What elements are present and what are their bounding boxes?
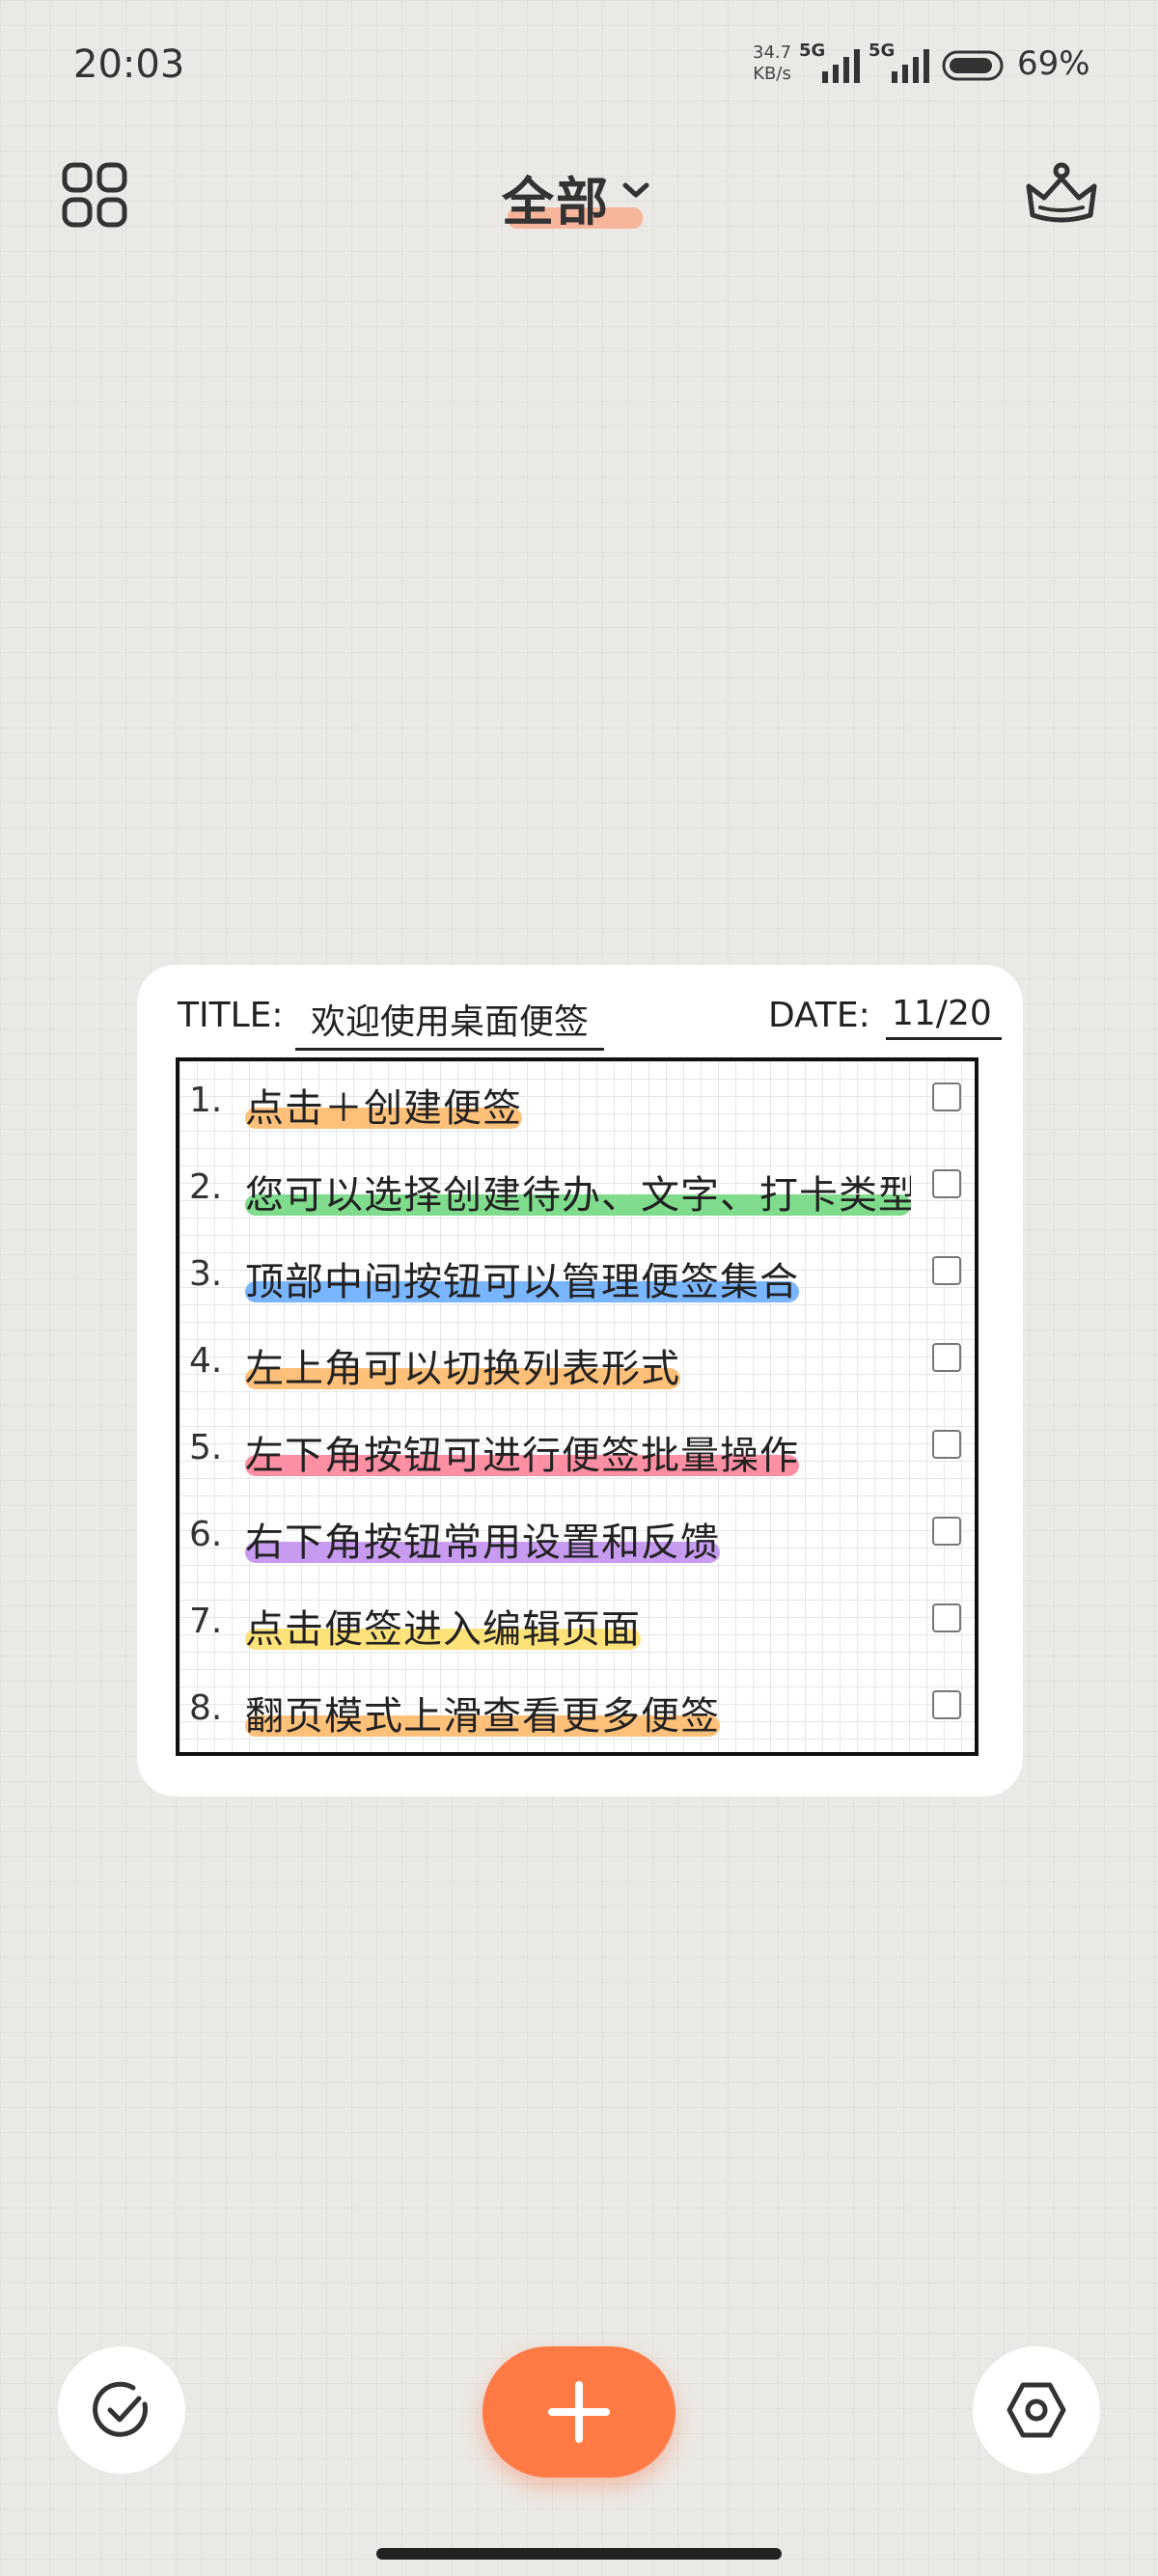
todo-item[interactable]: 2. 您可以选择创建待办、文字、打卡类型 — [179, 1148, 975, 1235]
todo-item[interactable]: 4. 左上角可以切换列表形式 — [179, 1322, 975, 1409]
battery-icon — [942, 50, 1004, 81]
todo-text: 点击便签进入编辑页面 — [245, 1607, 641, 1652]
todo-checkbox[interactable] — [932, 1430, 961, 1459]
signal-icon — [892, 49, 929, 83]
todo-checkbox[interactable] — [932, 1690, 961, 1719]
todo-checkbox[interactable] — [932, 1343, 961, 1372]
settings-button[interactable] — [973, 2346, 1100, 2474]
add-note-button[interactable] — [482, 2346, 676, 2478]
todo-text: 顶部中间按钮可以管理便签集合 — [245, 1260, 799, 1304]
todo-number: 6. — [189, 1515, 223, 1554]
check-circle-icon — [93, 2381, 149, 2437]
network-speed-unit: KB/s — [753, 64, 791, 84]
status-bar: 20:03 34.7 KB/s 5G 5G 69% — [0, 0, 1158, 125]
todo-text: 您可以选择创建待办、文字、打卡类型 — [245, 1173, 911, 1218]
todo-checkbox[interactable] — [932, 1517, 961, 1546]
todo-number: 2. — [189, 1167, 223, 1207]
card-title-value: 欢迎使用桌面便签 — [295, 994, 605, 1051]
network-speed: 34.7 KB/s — [753, 42, 791, 85]
layout-toggle-button[interactable] — [54, 154, 135, 235]
todo-item[interactable]: 7. 点击便签进入编辑页面 — [179, 1582, 975, 1669]
todo-text-wrap: 顶部中间按钮可以管理便签集合 — [245, 1250, 799, 1308]
todo-checkbox[interactable] — [932, 1603, 961, 1632]
todo-item[interactable]: 8. 翻页模式上滑查看更多便签 — [179, 1669, 975, 1752]
todo-item[interactable]: 5. 左下角按钮可进行便签批量操作 — [179, 1409, 975, 1495]
network-speed-value: 34.7 — [753, 42, 792, 63]
card-date-label: DATE: — [768, 996, 870, 1035]
todo-text: 右下角按钮常用设置和反馈 — [245, 1521, 720, 1565]
todo-number: 1. — [189, 1081, 223, 1120]
todo-checkbox[interactable] — [932, 1082, 961, 1111]
battery-percent: 69% — [1017, 44, 1090, 83]
todo-number: 4. — [189, 1341, 223, 1381]
todo-text: 点击＋创建便签 — [245, 1086, 522, 1131]
note-card[interactable]: TITLE: 欢迎使用桌面便签 DATE: 11/20 1. 点击＋创建便签 2… — [137, 965, 1023, 1796]
todo-text-wrap: 您可以选择创建待办、文字、打卡类型 — [245, 1164, 911, 1221]
todo-item[interactable]: 1. 点击＋创建便签 — [179, 1061, 975, 1148]
card-title-label: TITLE: — [178, 996, 284, 1035]
todo-text: 左下角按钮可进行便签批量操作 — [245, 1434, 799, 1478]
settings-hex-icon — [1006, 2382, 1066, 2438]
todo-text-wrap: 左下角按钮可进行便签批量操作 — [245, 1424, 799, 1482]
card-date-value: 11/20 — [886, 994, 1002, 1040]
crown-icon — [1026, 162, 1097, 223]
todo-item[interactable]: 3. 顶部中间按钮可以管理便签集合 — [179, 1235, 975, 1322]
todo-text: 翻页模式上滑查看更多便签 — [245, 1694, 720, 1739]
todo-checkbox[interactable] — [932, 1169, 961, 1198]
todo-number: 5. — [189, 1428, 223, 1467]
home-indicator[interactable] — [376, 2548, 782, 2560]
todo-text-wrap: 左上角可以切换列表形式 — [245, 1337, 680, 1395]
chevron-down-icon — [622, 182, 649, 198]
collection-selector[interactable]: 全部 — [502, 159, 656, 233]
todo-list: 1. 点击＋创建便签 2. 您可以选择创建待办、文字、打卡类型 3. 顶部中间按… — [176, 1057, 979, 1756]
todo-number: 8. — [189, 1688, 223, 1728]
page-title: 全部 — [502, 172, 610, 233]
grid-view-icon — [62, 162, 127, 228]
todo-text-wrap: 翻页模式上滑查看更多便签 — [245, 1685, 720, 1742]
todo-text-wrap: 右下角按钮常用设置和反馈 — [245, 1511, 720, 1569]
todo-number: 3. — [189, 1254, 223, 1294]
plus-icon — [548, 2381, 610, 2443]
signal-icon — [822, 49, 860, 83]
premium-button[interactable] — [1021, 154, 1102, 235]
batch-select-button[interactable] — [58, 2346, 185, 2474]
todo-checkbox[interactable] — [932, 1256, 961, 1285]
todo-item[interactable]: 6. 右下角按钮常用设置和反馈 — [179, 1495, 975, 1582]
status-time: 20:03 — [73, 42, 185, 87]
todo-text: 左上角可以切换列表形式 — [245, 1347, 680, 1391]
todo-number: 7. — [189, 1602, 223, 1641]
todo-text-wrap: 点击＋创建便签 — [245, 1077, 522, 1135]
todo-text-wrap: 点击便签进入编辑页面 — [245, 1598, 641, 1656]
